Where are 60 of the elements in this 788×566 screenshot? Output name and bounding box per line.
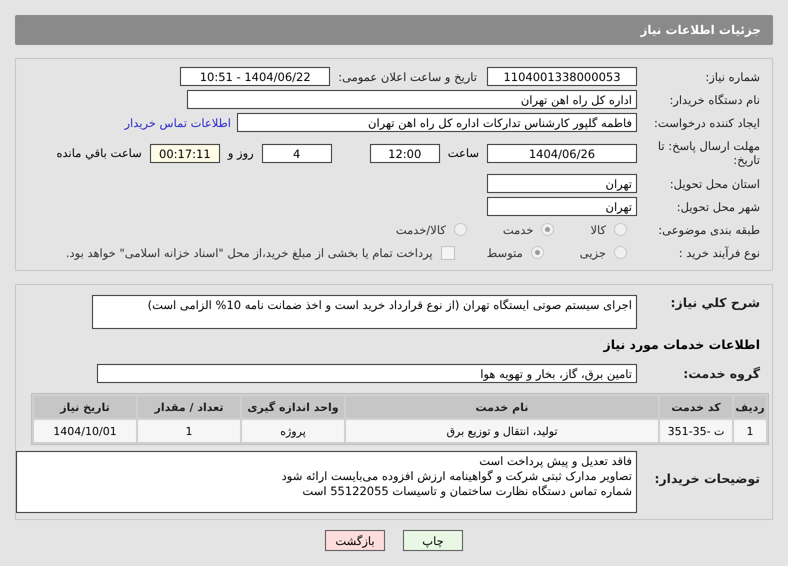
city-field[interactable]: تهران	[487, 197, 637, 216]
table-cell: 1404/10/01	[34, 420, 136, 442]
notes-line: شماره تماس دستگاه نظارت ساختمان و تاسیسات 55122055 است	[301, 484, 632, 499]
field-label: شهر محل تحویل:	[676, 200, 761, 214]
service-group-field[interactable]: تامین برق، گاز، بخار و تهویه هوا	[97, 364, 637, 383]
buyer-notes-textarea[interactable]: فاقد تعدیل و پیش پرداخت است تصاویر مدارک ثبتی شرکت و گواهینامه ارزش افزوده می‌بایست ارائه شود شماره تماس دستگاه نظارت ساختمان و تاسیسات 55122055 است	[16, 451, 637, 513]
time-label: ساعت	[448, 146, 479, 160]
description-textarea[interactable]: اجرای سیستم صوتی ایستگاه تهران (از نوع قرارداد خرید است و اخذ ضمانت نامه 10% الزامی است)	[92, 295, 637, 329]
radio-button[interactable]	[530, 246, 544, 259]
print-button[interactable]: چاپ	[403, 530, 463, 551]
radio-label: کالا	[590, 222, 606, 236]
page-title: جزئیات اطلاعات نیاز	[640, 23, 761, 37]
days-field[interactable]: 4	[262, 144, 332, 162]
radio-button[interactable]	[614, 223, 627, 236]
deadline-time-field[interactable]: 12:00	[370, 144, 440, 162]
table-cell: 1	[138, 420, 240, 442]
field-label: شماره نیاز:	[704, 70, 761, 84]
field-label: توضیحات خریدار:	[653, 470, 761, 486]
radio-label: جزیی	[580, 246, 606, 260]
column-header: ردیف	[734, 396, 766, 418]
column-header: تعداد / مقدار	[138, 396, 240, 418]
radio-button[interactable]	[614, 246, 627, 259]
field-label: طبقه بندی موضوعی:	[657, 222, 761, 236]
buyer-contact-link[interactable]: اطلاعات تماس خریدار	[124, 116, 231, 130]
table-cell: پروژه	[242, 420, 344, 442]
need-number-field[interactable]: 1104001338000053	[487, 67, 637, 86]
notes-line: تصاویر مدارک ثبتی شرکت و گواهینامه ارزش افزوده می‌بایست ارائه شود	[280, 469, 632, 484]
back-button[interactable]: بازگشت	[325, 530, 385, 551]
creator-field[interactable]: فاطمه گلپور کارشناس تدارکات اداره کل راه اهن تهران	[237, 113, 637, 132]
remaining-time-field: 00:17:11	[150, 144, 220, 162]
remaining-label: ساعت باقي مانده	[56, 146, 142, 160]
buyer-org-field[interactable]: اداره کل راه اهن تهران	[187, 90, 637, 109]
table-cell: ت -35-351	[660, 420, 732, 442]
radio-label: خدمت	[502, 222, 534, 236]
column-header: تاریخ نیاز	[34, 396, 136, 418]
column-header: نام خدمت	[346, 396, 658, 418]
checkbox-label: پرداخت تمام یا بخشی از مبلغ خرید،از محل "اسناد خزانه اسلامی" خواهد بود.	[66, 246, 433, 260]
checkbox[interactable]	[440, 246, 455, 260]
column-header: کد خدمت	[660, 396, 732, 418]
radio-button[interactable]	[541, 223, 554, 236]
field-label: استان محل تحویل:	[668, 176, 761, 190]
radio-label: متوسط	[486, 246, 523, 260]
field-label: تاریخ و ساعت اعلان عمومی:	[338, 70, 477, 84]
column-header: واحد اندازه گیری	[242, 396, 344, 418]
field-label: نوع فرآیند خرید :	[678, 246, 761, 260]
days-label: روز و	[228, 146, 254, 160]
deadline-date-field[interactable]: 1404/06/26	[487, 144, 637, 162]
radio-label: کالا/خدمت	[396, 222, 446, 236]
field-label: مهلت ارسال پاسخ: تا تاریخ:	[656, 139, 761, 167]
announce-date-field[interactable]: 1404/06/22 - 10:51	[180, 67, 330, 86]
notes-line: فاقد تعدیل و پیش پرداخت است	[478, 454, 632, 469]
table-cell: تولید، انتقال و توزیع برق	[346, 420, 658, 442]
field-label: ایجاد کننده درخواست:	[653, 116, 761, 130]
radio-button[interactable]	[454, 223, 467, 236]
table-cell: 1	[734, 420, 766, 442]
province-field[interactable]: تهران	[487, 174, 637, 193]
field-label: شرح کلي نياز:	[670, 295, 761, 310]
field-label: نام دستگاه خریدار:	[668, 92, 761, 106]
section-heading: اطلاعات خدمات مورد نیاز	[602, 336, 761, 354]
field-label: گروه خدمت:	[682, 366, 761, 381]
